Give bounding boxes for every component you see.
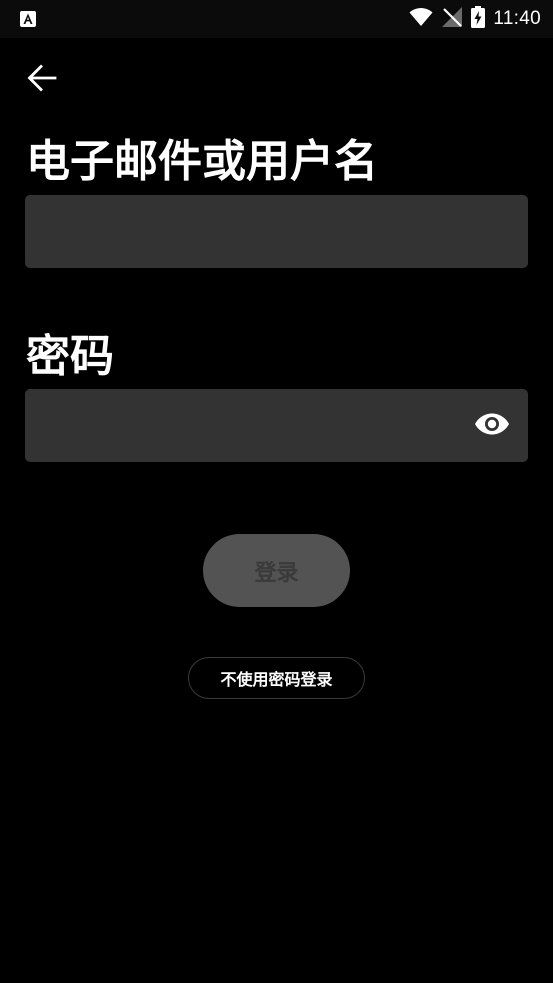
back-button[interactable] <box>20 60 64 100</box>
eye-icon <box>474 412 510 440</box>
status-bar: 11:40 <box>0 0 553 38</box>
app-notification-icon <box>19 10 37 28</box>
status-icons: 11:40 <box>409 0 541 38</box>
login-button[interactable]: 登录 <box>203 534 350 607</box>
password-visibility-toggle[interactable] <box>474 410 510 442</box>
email-label: 电子邮件或用户名 <box>26 136 378 187</box>
no-signal-icon <box>441 6 463 32</box>
password-field-container <box>25 389 528 462</box>
email-input[interactable] <box>25 195 528 268</box>
passwordless-login-button[interactable]: 不使用密码登录 <box>188 657 365 699</box>
arrow-left-icon <box>26 62 58 98</box>
password-input[interactable] <box>25 389 528 462</box>
email-field-container <box>25 195 528 268</box>
status-time: 11:40 <box>493 8 541 29</box>
wifi-icon <box>409 7 433 31</box>
battery-charging-icon <box>471 6 486 32</box>
password-label: 密码 <box>26 331 114 382</box>
